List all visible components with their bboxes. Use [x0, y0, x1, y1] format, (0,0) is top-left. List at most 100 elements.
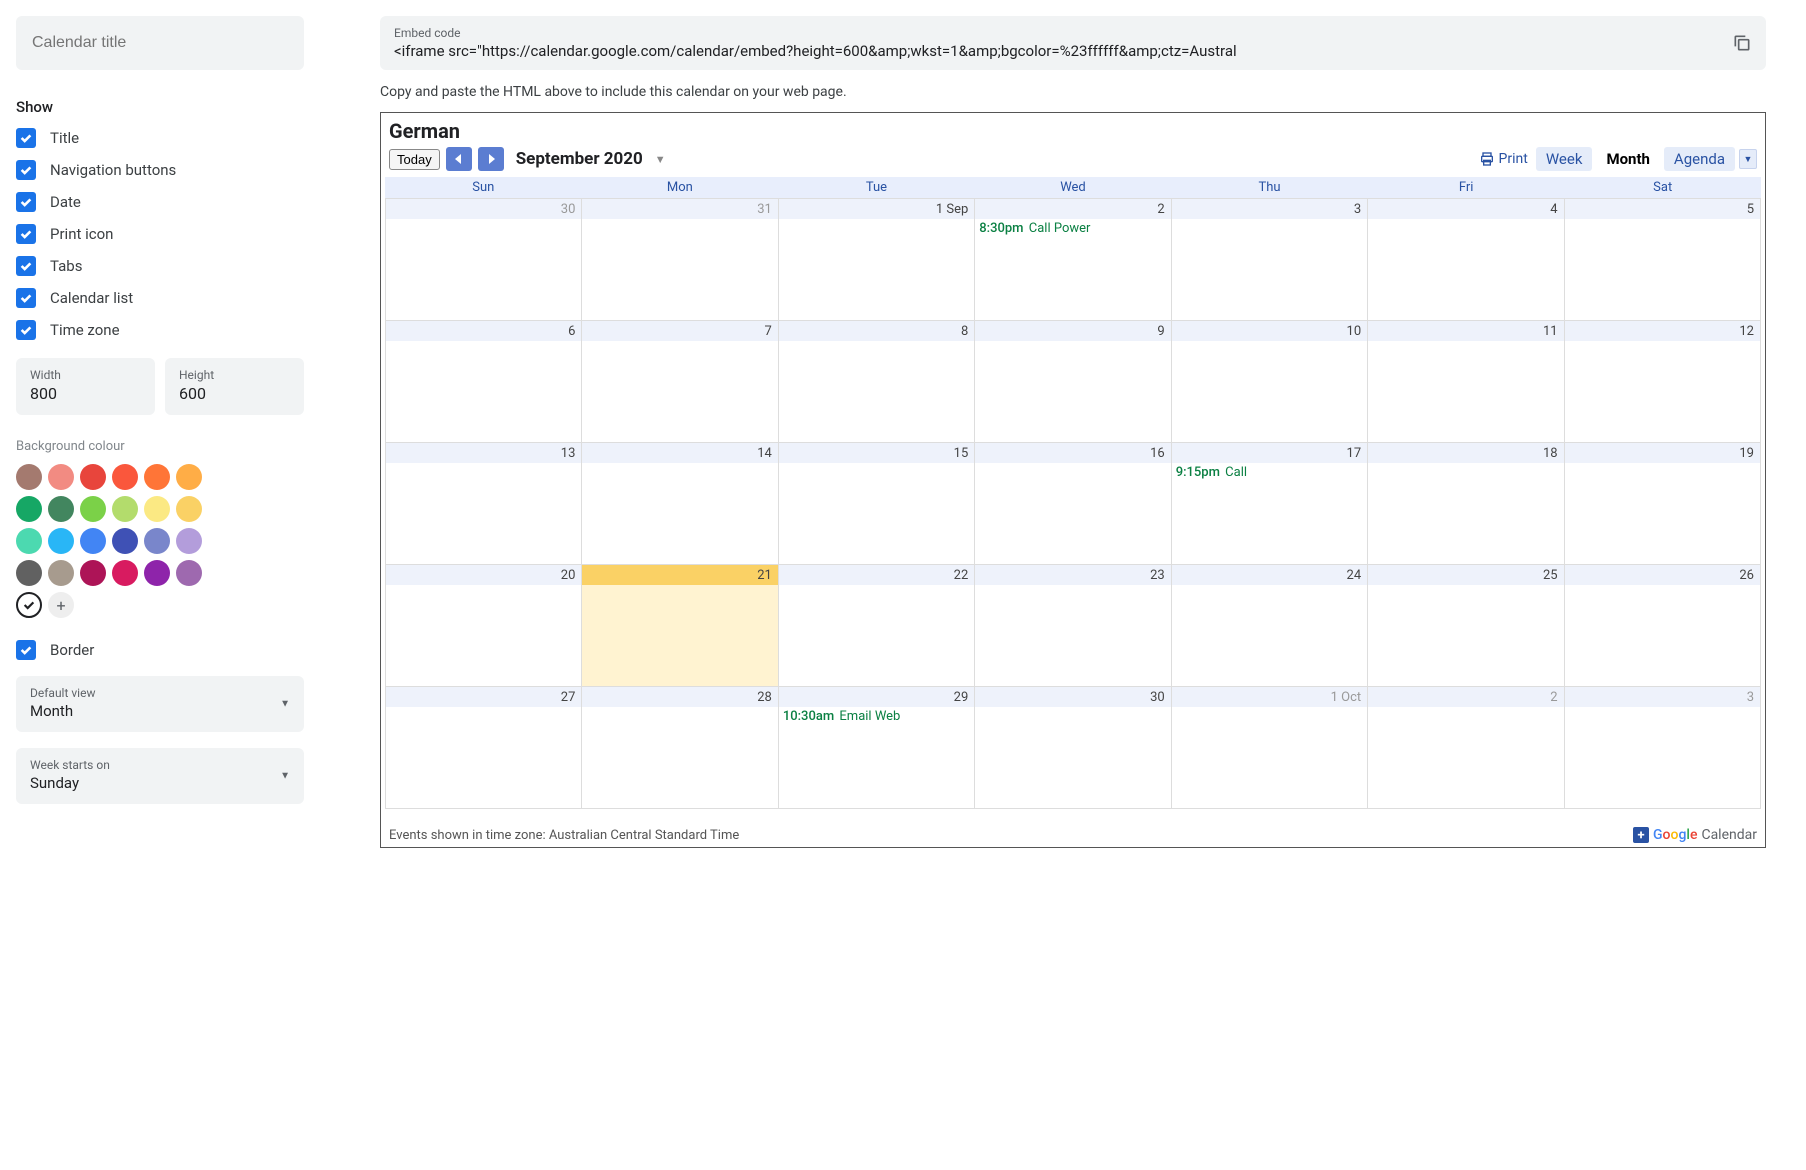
day-header: Tue [778, 177, 975, 198]
calendar-cell[interactable]: 2 [1368, 687, 1564, 809]
colour-swatch[interactable] [16, 528, 42, 554]
calendar-cell[interactable]: 7 [582, 321, 778, 443]
week-starts-select[interactable]: Week starts on Sunday ▼ [16, 748, 304, 804]
calendar-cell[interactable]: 25 [1368, 565, 1564, 687]
calendar-title-input[interactable] [16, 16, 304, 70]
show-option-checkbox[interactable] [16, 128, 36, 148]
show-option-checkbox[interactable] [16, 256, 36, 276]
default-view-select[interactable]: Default view Month ▼ [16, 676, 304, 732]
colour-swatch[interactable] [48, 464, 74, 490]
add-colour-swatch[interactable]: + [48, 592, 74, 618]
calendar-cell[interactable]: 31 [582, 199, 778, 321]
colour-swatch[interactable] [80, 560, 106, 586]
colour-swatch[interactable] [112, 528, 138, 554]
calendar-cell[interactable]: 30 [975, 687, 1171, 809]
show-option-label: Navigation buttons [50, 161, 176, 179]
calendar-cell[interactable]: 19 [1565, 443, 1761, 565]
calendar-cell[interactable]: 20 [386, 565, 582, 687]
colour-swatch[interactable] [112, 560, 138, 586]
colour-swatch[interactable] [144, 496, 170, 522]
calendar-cell[interactable]: 30 [386, 199, 582, 321]
calendar-cell[interactable]: 11 [1368, 321, 1564, 443]
date-number: 24 [1172, 565, 1367, 585]
colour-swatch[interactable] [112, 464, 138, 490]
calendar-cell[interactable]: 5 [1565, 199, 1761, 321]
show-option-label: Calendar list [50, 289, 133, 307]
colour-swatch[interactable] [16, 464, 42, 490]
calendar-event[interactable]: 9:15pm Call [1172, 463, 1367, 482]
calendar-cell[interactable]: 26 [1565, 565, 1761, 687]
show-option-label: Tabs [50, 257, 82, 275]
calendar-cell[interactable]: 28 [582, 687, 778, 809]
colour-swatch-selected[interactable] [16, 592, 42, 618]
calendar-cell[interactable]: 3 [1565, 687, 1761, 809]
calendar-cell[interactable]: 18 [1368, 443, 1564, 565]
show-option-checkbox[interactable] [16, 160, 36, 180]
show-option-checkbox[interactable] [16, 192, 36, 212]
colour-swatch[interactable] [80, 464, 106, 490]
show-option-checkbox[interactable] [16, 320, 36, 340]
colour-swatch[interactable] [80, 528, 106, 554]
calendar-event[interactable]: 10:30am Email Web [779, 707, 974, 726]
calendar-cell[interactable]: 21 [582, 565, 778, 687]
colour-swatch[interactable] [176, 464, 202, 490]
show-option-checkbox[interactable] [16, 288, 36, 308]
prev-month-button[interactable] [446, 147, 472, 171]
calendar-cell[interactable]: 1 Sep [779, 199, 975, 321]
colour-swatch[interactable] [176, 496, 202, 522]
calendar-cell[interactable]: 28:30pm Call Power [975, 199, 1171, 321]
calendar-event[interactable]: 8:30pm Call Power [975, 219, 1170, 238]
calendar-cell[interactable]: 4 [1368, 199, 1564, 321]
calendar-cell[interactable]: 15 [779, 443, 975, 565]
colour-swatch[interactable] [144, 560, 170, 586]
calendar-cell[interactable]: 23 [975, 565, 1171, 687]
calendar-cell[interactable]: 12 [1565, 321, 1761, 443]
colour-swatch[interactable] [16, 560, 42, 586]
height-field[interactable]: Height 600 [165, 358, 304, 415]
tab-month[interactable]: Month [1596, 147, 1659, 171]
tab-week[interactable]: Week [1536, 147, 1593, 171]
colour-swatch[interactable] [144, 464, 170, 490]
colour-swatch[interactable] [80, 496, 106, 522]
calendar-cell[interactable]: 6 [386, 321, 582, 443]
calendar-cell[interactable]: 8 [779, 321, 975, 443]
calendar-cell[interactable]: 10 [1172, 321, 1368, 443]
width-label: Width [30, 368, 141, 382]
colour-swatch[interactable] [176, 560, 202, 586]
print-button[interactable]: Print [1479, 151, 1528, 167]
show-section-header: Show [16, 98, 304, 116]
calendar-cell[interactable]: 16 [975, 443, 1171, 565]
google-calendar-logo[interactable]: + Google Calendar [1633, 827, 1757, 843]
colour-swatch[interactable] [144, 528, 170, 554]
next-month-button[interactable] [478, 147, 504, 171]
calendar-cell[interactable]: 22 [779, 565, 975, 687]
colour-swatch[interactable] [176, 528, 202, 554]
default-view-label: Default view [30, 686, 290, 700]
today-button[interactable]: Today [389, 149, 440, 170]
colour-swatch[interactable] [48, 560, 74, 586]
date-number: 3 [1172, 199, 1367, 219]
calendar-cell[interactable]: 2910:30am Email Web [779, 687, 975, 809]
border-checkbox[interactable] [16, 640, 36, 660]
colour-swatch[interactable] [16, 496, 42, 522]
width-field[interactable]: Width 800 [16, 358, 155, 415]
date-number: 13 [386, 443, 581, 463]
colour-swatch[interactable] [48, 496, 74, 522]
calendar-cell[interactable]: 9 [975, 321, 1171, 443]
calendar-cell[interactable]: 13 [386, 443, 582, 565]
tab-agenda[interactable]: Agenda [1664, 147, 1735, 171]
colour-swatch[interactable] [112, 496, 138, 522]
colour-swatch[interactable] [48, 528, 74, 554]
embed-code-value[interactable]: <iframe src="https://calendar.google.com… [394, 42, 1720, 60]
show-option-checkbox[interactable] [16, 224, 36, 244]
calendar-cell[interactable]: 24 [1172, 565, 1368, 687]
calendar-cell[interactable]: 27 [386, 687, 582, 809]
month-label: September 2020 [516, 149, 643, 169]
calendar-cell[interactable]: 14 [582, 443, 778, 565]
view-dropdown-icon[interactable]: ▼ [1739, 149, 1757, 169]
calendar-cell[interactable]: 3 [1172, 199, 1368, 321]
month-dropdown-icon[interactable]: ▼ [655, 153, 666, 166]
copy-icon[interactable] [1732, 33, 1752, 53]
calendar-cell[interactable]: 179:15pm Call [1172, 443, 1368, 565]
calendar-cell[interactable]: 1 Oct [1172, 687, 1368, 809]
